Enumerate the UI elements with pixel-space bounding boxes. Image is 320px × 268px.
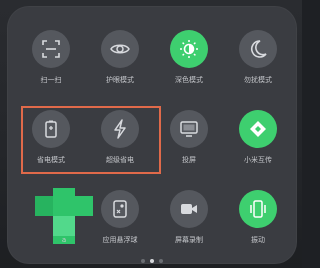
dark-mode-button[interactable]	[170, 30, 208, 68]
tile-screen-record[interactable]: 屏幕录制	[159, 180, 219, 244]
highlight-box	[21, 106, 161, 174]
video-record-icon	[181, 204, 197, 214]
tile-label: 屏幕录制	[175, 236, 203, 244]
tile-label: 勿扰模式	[244, 76, 272, 84]
screen: 扫一扫 护眼模式 深色模式 勿扰模式 省电模式 超级省电 投屏 小米互传 a 应…	[0, 0, 302, 268]
cast-screen-icon	[180, 121, 198, 137]
control-center-panel: 扫一扫 护眼模式 深色模式 勿扰模式 省电模式 超级省电 投屏 小米互传 a 应…	[7, 6, 297, 264]
tile-label: 深色模式	[175, 76, 203, 84]
tile-cast[interactable]: 投屏	[159, 100, 219, 164]
eye-protection-button[interactable]	[101, 30, 139, 68]
tile-dark-mode[interactable]: 深色模式	[159, 20, 219, 84]
floating-ball-button[interactable]	[101, 190, 139, 228]
page-indicator	[141, 258, 171, 264]
tile-vibrate[interactable]: 振动	[228, 180, 288, 244]
scan-icon	[42, 40, 60, 58]
page-dot[interactable]	[141, 259, 145, 263]
dark-mode-icon	[180, 40, 198, 58]
tile-label: 应用悬浮球	[102, 236, 138, 244]
cast-button[interactable]	[170, 110, 208, 148]
tile-do-not-disturb[interactable]: 勿扰模式	[228, 20, 288, 84]
tile-scan[interactable]: 扫一扫	[21, 20, 81, 84]
tile-label: 扫一扫	[40, 76, 62, 84]
floating-ball-icon	[113, 200, 127, 218]
screen-record-button[interactable]	[170, 190, 208, 228]
tile-label: 振动	[251, 236, 265, 244]
tile-label: 小米互传	[244, 156, 272, 164]
vibrate-button[interactable]	[239, 190, 277, 228]
tile-floating-ball[interactable]: 应用悬浮球	[90, 180, 150, 244]
page-dot[interactable]	[159, 259, 163, 263]
vibrate-icon	[250, 200, 266, 218]
eye-icon	[110, 44, 130, 54]
mi-share-icon	[250, 121, 266, 137]
moon-icon	[251, 40, 267, 58]
do-not-disturb-button[interactable]	[239, 30, 277, 68]
mi-share-button[interactable]	[239, 110, 277, 148]
scan-button[interactable]	[32, 30, 70, 68]
tile-label: 护眼模式	[106, 76, 134, 84]
tile-mi-share[interactable]: 小米互传	[228, 100, 288, 164]
tile-eye-protection[interactable]: 护眼模式	[90, 20, 150, 84]
tile-label: 投屏	[182, 156, 196, 164]
page-dot-current[interactable]	[150, 259, 154, 263]
